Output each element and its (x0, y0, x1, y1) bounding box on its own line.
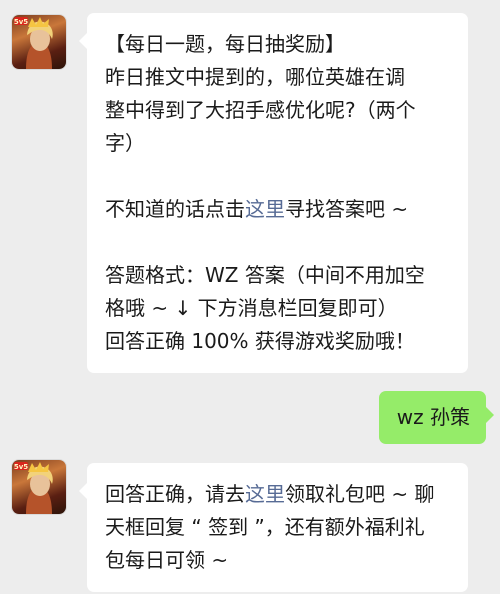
message-line: 回答正确，请去这里领取礼包吧 ~ 聊 (105, 478, 454, 511)
sender-avatar[interactable]: 5v5 (12, 460, 66, 514)
message-line: 包每日可领 ~ (105, 548, 229, 572)
message-text: 回答正确，请去 (105, 482, 245, 506)
gift-link[interactable]: 这里 (245, 482, 285, 506)
message-line: 答题格式：WZ 答案（中间不用加空 (105, 263, 425, 287)
message-line: 不知道的话点击这里寻找答案吧 ~ (105, 193, 454, 226)
message-line: 格哦 ~ ↓ 下方消息栏回复即可） (105, 296, 398, 320)
message-text: 领取礼包吧 ~ 聊 (285, 482, 435, 506)
answer-link[interactable]: 这里 (245, 197, 285, 221)
message-bubble-received[interactable]: 回答正确，请去这里领取礼包吧 ~ 聊 天框回复 “ 签到 ”，还有额外福利礼 包… (79, 463, 468, 592)
message-line: 天框回复 “ 签到 ”，还有额外福利礼 (105, 515, 425, 539)
message-text: 寻找答案吧 ~ (285, 197, 409, 221)
hero-portrait-icon (14, 17, 53, 69)
message-text: wz 孙策 (396, 405, 470, 429)
message-text: 不知道的话点击 (105, 197, 245, 221)
message-bubble-sent[interactable]: wz 孙策 (378, 391, 495, 444)
message-bubble-received[interactable]: 【每日一题，每日抽奖励】 昨日推文中提到的，哪位英雄在调 整中得到了大招手感优化… (79, 13, 468, 373)
message-line: 回答正确 100% 获得游戏奖励哦！ (105, 329, 415, 353)
sender-avatar[interactable]: 5v5 (12, 15, 66, 69)
message-line: 整中得到了大招手感优化呢?（两个 (105, 98, 416, 122)
message-line: 昨日推文中提到的，哪位英雄在调 (105, 65, 405, 89)
message-line: 字） (105, 131, 145, 155)
message-line: 【每日一题，每日抽奖励】 (105, 32, 345, 56)
hero-portrait-icon (14, 462, 53, 514)
